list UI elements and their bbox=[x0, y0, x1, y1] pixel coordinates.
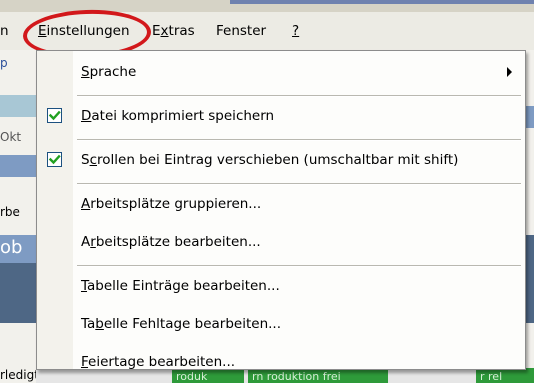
menubar-partial-item[interactable]: n bbox=[0, 22, 9, 40]
menu-item-arbeitsplatze-gruppieren[interactable]: Arbeitsplätze gruppieren... bbox=[37, 187, 525, 221]
menu-item-datei-komprimiert-speichern[interactable]: Datei komprimiert speichern bbox=[37, 99, 525, 133]
menu-fenster[interactable]: Fenster bbox=[216, 22, 266, 40]
background-right-panel bbox=[526, 50, 534, 383]
menu-help[interactable]: ? bbox=[292, 22, 299, 40]
menu-item-tabelle-fehltage-bearbeiten[interactable]: Tabelle Fehltage bearbeiten... bbox=[37, 307, 525, 341]
menu-item-tabelle-eintrage-bearbeiten[interactable]: Tabelle Einträge bearbeiten... bbox=[37, 269, 525, 303]
bg-right-green bbox=[526, 368, 534, 383]
bg-blue-block bbox=[0, 155, 36, 177]
bg-fragment-rledigt: rledigt bbox=[0, 368, 36, 382]
menu-separator bbox=[77, 139, 521, 141]
menu-item-arbeitsplatze-bearbeiten[interactable]: Arbeitsplätze bearbeiten... bbox=[37, 225, 525, 259]
submenu-arrow-icon bbox=[507, 67, 512, 77]
menu-item-label: Datei komprimiert speichern bbox=[81, 108, 275, 124]
background-left-panel: p Okt rbe ob rledigt bbox=[0, 50, 36, 383]
bg-fragment-ob: ob bbox=[0, 237, 23, 258]
bg-fragment-okt: Okt bbox=[0, 130, 22, 144]
checkbox-checked-icon bbox=[47, 152, 62, 167]
bg-fragment-rbe: rbe bbox=[0, 205, 20, 219]
menu-item-sprache[interactable]: Sprache bbox=[37, 55, 525, 89]
menu-item-label: Sprache bbox=[81, 64, 137, 80]
bg-right-dark bbox=[526, 235, 534, 323]
menu-extras[interactable]: Extras bbox=[152, 22, 195, 40]
menu-item-label: Scrollen bei Eintrag verschieben (umscha… bbox=[81, 152, 459, 168]
menu-separator bbox=[77, 265, 521, 267]
menu-item-feiertage-bearbeiten[interactable]: Feiertage bearbeiten... bbox=[37, 345, 525, 379]
checkbox-checked-icon bbox=[47, 108, 62, 123]
bg-right-blue bbox=[526, 106, 534, 128]
menu-item-label: Feiertage bearbeiten... bbox=[81, 354, 236, 370]
bg-dark-block bbox=[0, 263, 36, 323]
menu-item-label: Arbeitsplätze bearbeiten... bbox=[81, 234, 261, 250]
menu-separator bbox=[77, 183, 521, 185]
menu-separator bbox=[77, 95, 521, 97]
menu-item-label: Tabelle Fehltage bearbeiten... bbox=[81, 316, 282, 332]
menu-item-label: Tabelle Einträge bearbeiten... bbox=[81, 278, 280, 294]
menu-item-label: Arbeitsplätze gruppieren... bbox=[81, 196, 262, 212]
bg-fragment-p: p bbox=[0, 56, 8, 70]
einstellungen-dropdown-menu: Sprache Datei komprimiert speichern Scroll… bbox=[36, 50, 526, 370]
bg-blue-header: ob bbox=[0, 235, 36, 263]
menu-item-scrollen-bei-eintrag-verschieben-umschaltbar-mit-shift[interactable]: Scrollen bei Eintrag verschieben (umscha… bbox=[37, 143, 525, 177]
bg-teal-block bbox=[0, 95, 36, 117]
